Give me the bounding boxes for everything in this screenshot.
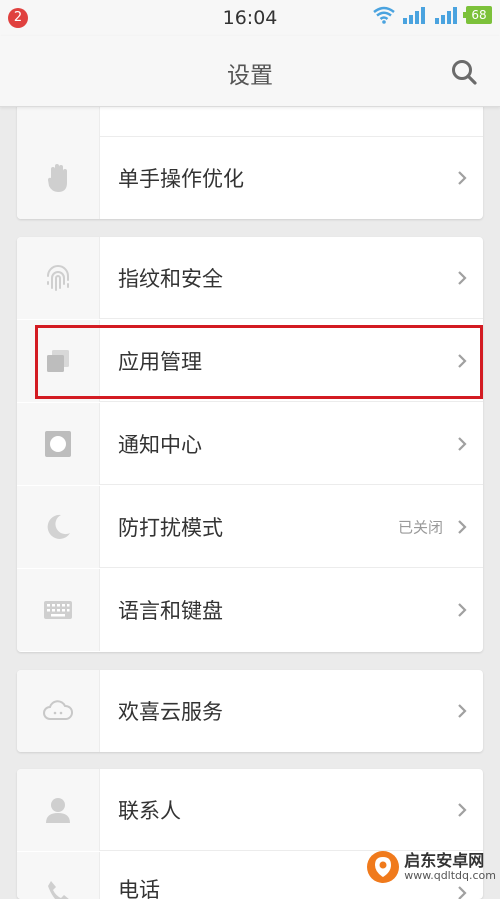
status-bar: 2 16:04 68 (0, 0, 500, 36)
watermark: 启东安卓网 www.qdltdq.com (366, 850, 496, 884)
icon-cell (17, 403, 100, 485)
wifi-icon (373, 6, 395, 24)
hand-icon (47, 164, 67, 192)
settings-row-do-not-disturb[interactable]: 防打扰模式 已关闭 (17, 486, 483, 568)
settings-row-app-management[interactable]: 应用管理 (17, 320, 483, 402)
settings-row-label: 指纹和安全 (118, 267, 223, 291)
chevron-right-icon (458, 354, 467, 368)
watermark-name: 启东安卓网 (404, 850, 485, 870)
settings-row-value: 已关闭 (397, 518, 443, 537)
divider (99, 567, 483, 568)
chevron-right-icon (458, 603, 467, 617)
settings-row-contacts[interactable]: 联系人 (17, 769, 483, 851)
settings-group-system: 指纹和安全 应用管理 通知中心 防打扰模式 已关闭 语言和键盘 (17, 237, 483, 652)
signal-icon (435, 7, 457, 24)
watermark-url: www.qdltdq.com (404, 868, 496, 882)
search-icon[interactable] (450, 58, 478, 86)
icon-cell (17, 852, 100, 899)
icon-cell (17, 569, 100, 651)
settings-row-cloud-service[interactable]: 欢喜云服务 (17, 670, 483, 752)
settings-row-label: 电话 (118, 878, 160, 899)
settings-row-label: 通知中心 (118, 433, 202, 457)
icon-cell (17, 769, 100, 851)
cloud-icon (43, 700, 73, 720)
icon-cell (17, 670, 100, 752)
battery-indicator: 68 (463, 6, 492, 24)
settings-row-fingerprint[interactable]: 指纹和安全 (17, 237, 483, 319)
status-icons: 68 (372, 6, 492, 24)
settings-row-label: 防打扰模式 (118, 516, 223, 540)
chevron-right-icon (458, 171, 467, 185)
settings-group-cloud: 欢喜云服务 (17, 670, 483, 752)
divider (99, 318, 483, 319)
divider (99, 401, 483, 402)
chevron-right-icon (458, 271, 467, 285)
settings-row-label: 联系人 (118, 799, 181, 823)
chevron-right-icon (458, 520, 467, 534)
watermark-text: 启东安卓网 www.qdltdq.com (404, 850, 496, 882)
chevron-right-icon (458, 437, 467, 451)
icon-cell (17, 486, 100, 568)
icon-cell (17, 237, 100, 319)
divider (99, 484, 483, 485)
fingerprint-icon (47, 265, 69, 291)
chevron-right-icon (458, 803, 467, 817)
settings-row-language-keyboard[interactable]: 语言和键盘 (17, 569, 483, 651)
settings-row-label: 欢喜云服务 (118, 700, 223, 724)
settings-row-label: 语言和键盘 (118, 599, 223, 623)
settings-row-one-hand[interactable]: 单手操作优化 (17, 137, 483, 219)
apps-icon (47, 350, 69, 372)
icon-cell (17, 320, 100, 402)
settings-row-label: 应用管理 (118, 350, 202, 374)
contact-icon (46, 798, 70, 823)
title-bar: 设置 (0, 36, 500, 107)
chevron-right-icon (458, 886, 467, 899)
settings-row-notification-center[interactable]: 通知中心 (17, 403, 483, 485)
settings-group-display: 单手操作优化 (17, 96, 483, 219)
notification-icon (45, 431, 71, 457)
phone-icon (48, 881, 69, 899)
page-title: 设置 (227, 63, 273, 89)
keyboard-icon (44, 601, 72, 619)
watermark-logo-icon (367, 851, 400, 883)
icon-cell (17, 137, 100, 219)
settings-row-label: 单手操作优化 (118, 167, 244, 191)
chevron-right-icon (458, 704, 467, 718)
signal-icon (403, 7, 425, 24)
moon-icon (47, 514, 70, 539)
